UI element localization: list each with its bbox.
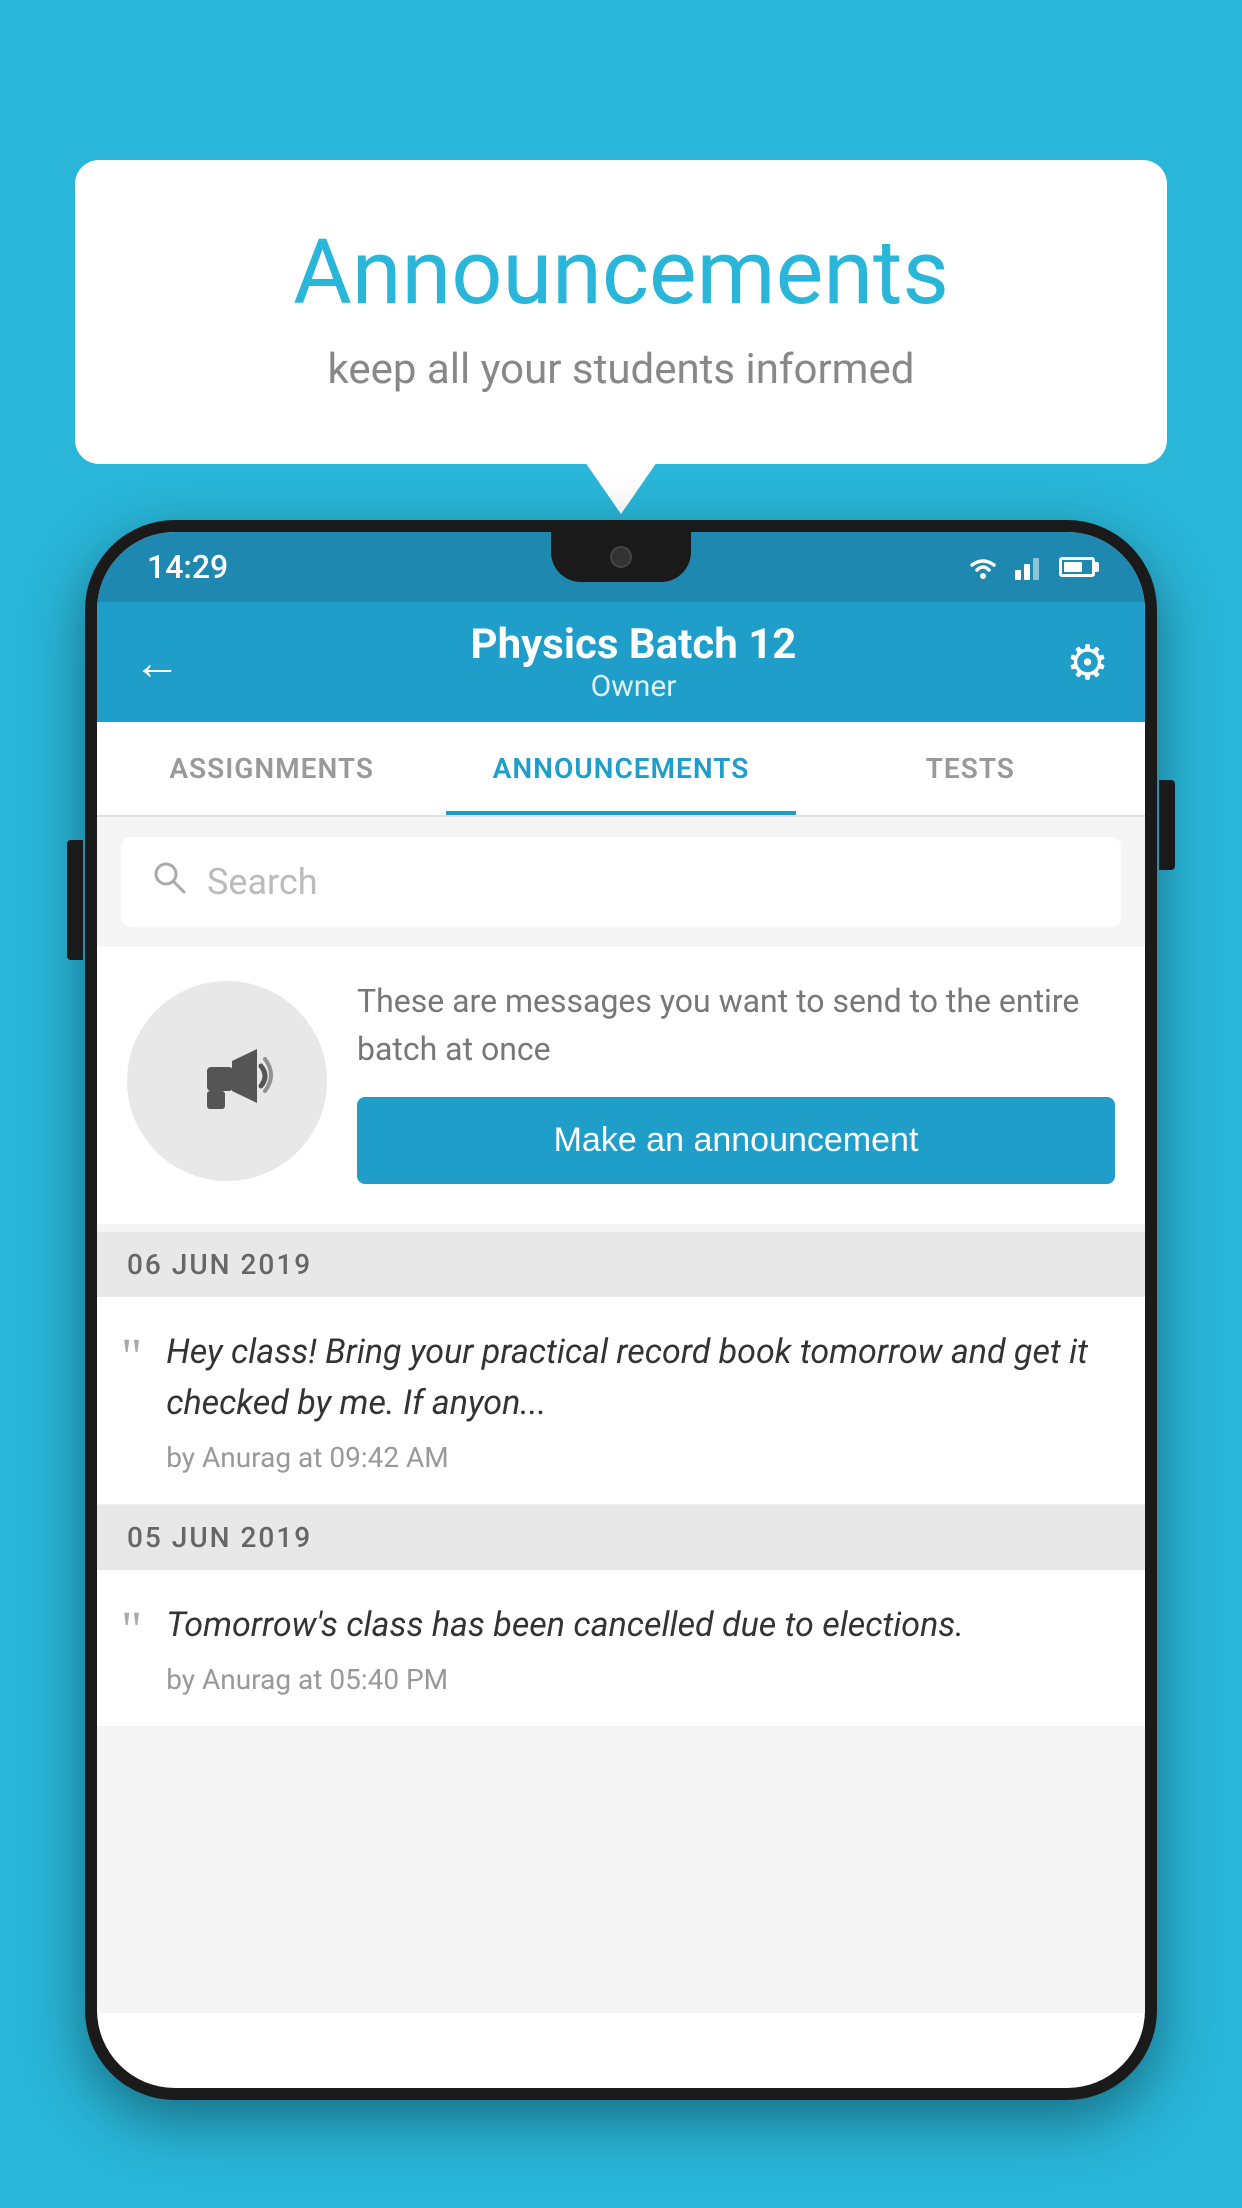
battery-icon xyxy=(1059,557,1095,577)
announcement-meta-1: by Anurag at 09:42 AM xyxy=(166,1441,1115,1474)
wifi-icon xyxy=(965,553,1001,581)
phone-inner: 14:29 xyxy=(97,532,1145,2088)
bubble-title: Announcements xyxy=(155,220,1087,325)
announcement-text-2: Tomorrow's class has been cancelled due … xyxy=(166,1600,1115,1651)
promo-right: These are messages you want to send to t… xyxy=(357,977,1115,1184)
app-bar-title: Physics Batch 12 xyxy=(201,620,1066,669)
tab-tests[interactable]: TESTS xyxy=(796,722,1145,815)
phone-outer: 14:29 xyxy=(85,520,1157,2100)
make-announcement-button[interactable]: Make an announcement xyxy=(357,1097,1115,1184)
megaphone-circle xyxy=(127,981,327,1181)
quote-icon-2: " xyxy=(121,1605,142,1657)
speech-bubble-container: Announcements keep all your students inf… xyxy=(75,160,1167,464)
content-area: Search xyxy=(97,817,1145,2013)
announcement-text-1: Hey class! Bring your practical record b… xyxy=(166,1327,1115,1429)
announcement-item-2[interactable]: " Tomorrow's class has been cancelled du… xyxy=(97,1570,1145,1727)
back-button[interactable]: ← xyxy=(133,634,181,691)
signal-icon xyxy=(1015,554,1045,580)
tabs-container: ASSIGNMENTS ANNOUNCEMENTS TESTS xyxy=(97,722,1145,817)
promo-section: These are messages you want to send to t… xyxy=(97,947,1145,1224)
quote-icon-1: " xyxy=(121,1332,142,1384)
announcement-content-1: Hey class! Bring your practical record b… xyxy=(166,1327,1115,1474)
tab-announcements[interactable]: ANNOUNCEMENTS xyxy=(446,722,795,815)
app-bar: ← Physics Batch 12 Owner ⚙ xyxy=(97,602,1145,722)
app-bar-subtitle: Owner xyxy=(201,669,1066,704)
announcement-meta-2: by Anurag at 05:40 PM xyxy=(166,1663,1115,1696)
date-separator-2: 05 JUN 2019 xyxy=(97,1505,1145,1570)
search-bar[interactable]: Search xyxy=(121,837,1121,927)
status-time: 14:29 xyxy=(147,548,228,586)
camera-dot xyxy=(610,546,632,568)
phone-container: 14:29 xyxy=(85,520,1157,2208)
settings-icon[interactable]: ⚙ xyxy=(1066,634,1109,691)
announcement-item-1[interactable]: " Hey class! Bring your practical record… xyxy=(97,1297,1145,1505)
status-icons xyxy=(965,553,1095,581)
date-separator-1: 06 JUN 2019 xyxy=(97,1232,1145,1297)
bubble-subtitle: keep all your students informed xyxy=(155,345,1087,394)
tab-assignments[interactable]: ASSIGNMENTS xyxy=(97,722,446,815)
speech-bubble: Announcements keep all your students inf… xyxy=(75,160,1167,464)
search-icon xyxy=(151,859,187,905)
app-bar-title-container: Physics Batch 12 Owner xyxy=(201,620,1066,704)
notch xyxy=(551,532,691,582)
search-placeholder: Search xyxy=(207,861,318,903)
promo-description: These are messages you want to send to t… xyxy=(357,977,1115,1073)
announcement-content-2: Tomorrow's class has been cancelled due … xyxy=(166,1600,1115,1696)
status-bar: 14:29 xyxy=(97,532,1145,602)
megaphone-icon xyxy=(177,1031,277,1131)
